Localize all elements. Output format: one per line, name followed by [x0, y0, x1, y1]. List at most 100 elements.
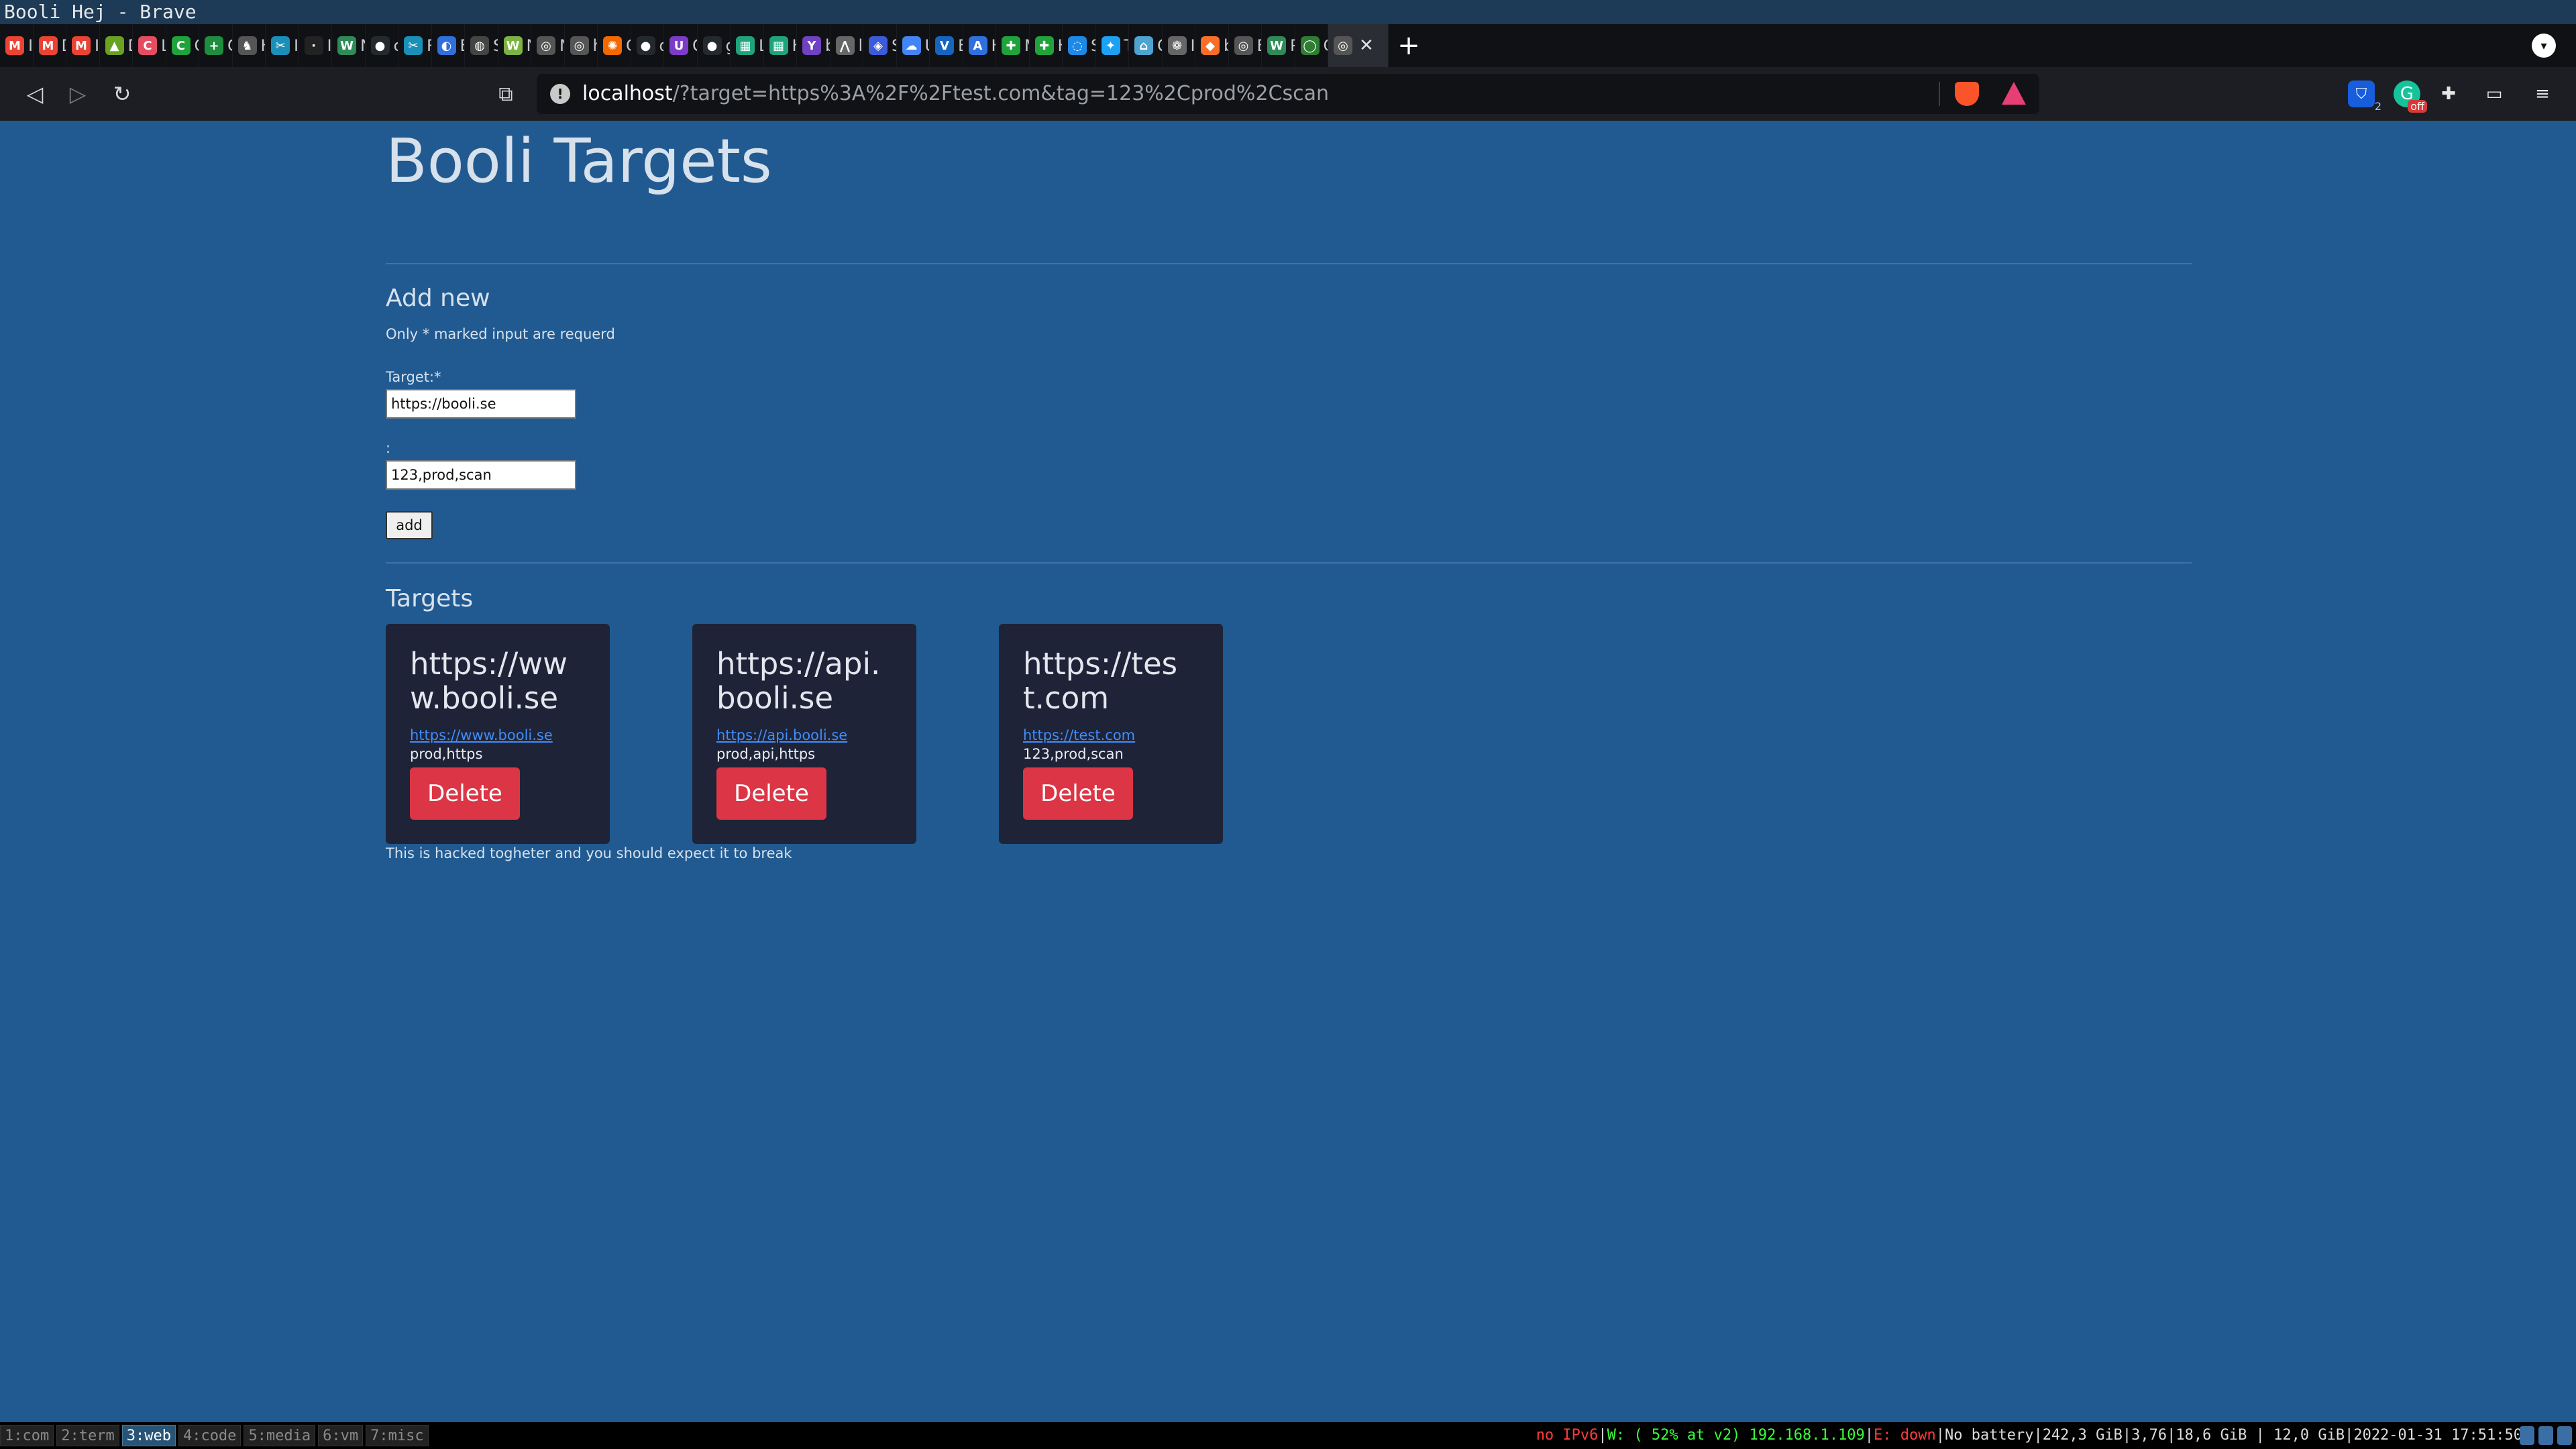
browser-tab[interactable]: ✂R: [398, 24, 432, 67]
browser-tab[interactable]: ✂In: [266, 24, 299, 67]
bookmark-icon[interactable]: ⧉: [492, 80, 519, 107]
tab-label: N: [527, 36, 531, 55]
browser-tab[interactable]: ◐E: [432, 24, 465, 67]
browser-tab[interactable]: MIn: [66, 24, 100, 67]
reload-icon[interactable]: ↻: [109, 80, 136, 107]
browser-tab[interactable]: ·In: [299, 24, 332, 67]
active-browser-tab[interactable]: ◎ ✕: [1328, 24, 1389, 67]
workspace-button[interactable]: 7:misc: [366, 1425, 429, 1446]
browser-tab[interactable]: ⌂O: [1129, 24, 1163, 67]
app-tray-icon[interactable]: [2557, 1426, 2572, 1445]
workspace-button[interactable]: 1:com: [0, 1425, 54, 1446]
browser-tab[interactable]: WP: [1262, 24, 1295, 67]
browser-tab[interactable]: ⋀lo: [830, 24, 863, 67]
browser-tab[interactable]: WN: [498, 24, 531, 67]
tab-label: S: [1091, 36, 1095, 55]
target-card: https://test.com https://test.com 123,pr…: [999, 624, 1223, 844]
browser-tab[interactable]: ●cl: [366, 24, 398, 67]
target-label: Target:*: [386, 369, 441, 385]
tab-favicon-icon: U: [669, 36, 688, 55]
tab-favicon-icon: ▦: [769, 36, 788, 55]
delete-button[interactable]: Delete: [1023, 767, 1133, 820]
tab-favicon-icon: ✚: [1002, 36, 1020, 55]
workspace-button[interactable]: 5:media: [244, 1425, 316, 1446]
browser-tab[interactable]: ✦Tv: [1096, 24, 1129, 67]
close-tab-icon[interactable]: ✕: [1359, 36, 1374, 56]
url-separator: [1939, 82, 1940, 106]
target-input[interactable]: [386, 389, 576, 419]
browser-tab[interactable]: ◎hi: [565, 24, 598, 67]
extensions-puzzle-icon[interactable]: ✚: [2435, 80, 2462, 107]
tab-label: b: [1224, 36, 1228, 55]
workspace-button[interactable]: 4:code: [178, 1425, 241, 1446]
tag-input[interactable]: [386, 460, 576, 490]
target-card-link[interactable]: https://www.booli.se: [410, 727, 586, 743]
tab-favicon-icon: Y: [802, 36, 821, 55]
browser-tab[interactable]: ❁In: [1163, 24, 1195, 67]
browser-tab[interactable]: ◆b: [1195, 24, 1229, 67]
wifi-tray-icon[interactable]: [2520, 1426, 2534, 1445]
browser-tab[interactable]: CO: [166, 24, 199, 67]
browser-tab[interactable]: ✚M: [996, 24, 1030, 67]
wallet-icon[interactable]: ▭: [2481, 80, 2508, 107]
browser-tab[interactable]: ◎B: [1229, 24, 1262, 67]
targets-heading: Targets: [386, 585, 474, 612]
tab-label: C: [1324, 36, 1328, 55]
browser-tab[interactable]: ✺G: [598, 24, 631, 67]
workspace-button[interactable]: 6:vm: [318, 1425, 364, 1446]
tab-label: lo: [858, 36, 863, 55]
browser-menu-icon[interactable]: ≡: [2529, 80, 2556, 107]
browser-tab[interactable]: AH: [963, 24, 996, 67]
browser-tab[interactable]: VE: [930, 24, 963, 67]
address-bar[interactable]: ! localhost/?target=https%3A%2F%2Ftest.c…: [537, 74, 2039, 114]
new-tab-button[interactable]: +: [1389, 24, 1429, 67]
bitwarden-extension-icon[interactable]: ⛉ 2: [2348, 80, 2381, 113]
tab-label: G: [227, 36, 232, 55]
workspace-button[interactable]: 2:term: [56, 1425, 119, 1446]
browser-tab[interactable]: ◯C: [1295, 24, 1328, 67]
browser-tab[interactable]: ◍S: [465, 24, 498, 67]
tab-favicon-icon: C: [138, 36, 157, 55]
tab-search-menu-icon[interactable]: ▾: [2532, 34, 2556, 58]
browser-tab[interactable]: ✚H: [1030, 24, 1063, 67]
browser-tab[interactable]: CLi: [133, 24, 166, 67]
browser-tab[interactable]: ▲D: [100, 24, 133, 67]
browser-tab[interactable]: MIn: [0, 24, 34, 67]
browser-tab[interactable]: ▦Li: [731, 24, 764, 67]
browser-toolbar: ◁ ▷ ↻ ⧉ ! localhost/?target=https%3A%2F%…: [0, 67, 2576, 121]
browser-tab[interactable]: +G: [199, 24, 233, 67]
tab-favicon-icon: ⌂: [1134, 36, 1153, 55]
url-text[interactable]: localhost/?target=https%3A%2F%2Ftest.com…: [582, 74, 1329, 114]
bluetooth-tray-icon[interactable]: [2538, 1426, 2553, 1445]
target-card-link[interactable]: https://api.booli.se: [716, 727, 892, 743]
tab-favicon-icon: ◆: [1201, 36, 1220, 55]
tab-favicon-icon: ◎: [1334, 36, 1352, 55]
brave-shields-icon[interactable]: [1955, 82, 1979, 106]
browser-tab[interactable]: WN: [332, 24, 366, 67]
browser-tab[interactable]: ●g: [698, 24, 731, 67]
browser-tab[interactable]: ◌S: [1063, 24, 1096, 67]
brave-rewards-icon[interactable]: [2002, 82, 2026, 105]
browser-tab[interactable]: ▦H: [764, 24, 797, 67]
add-button[interactable]: add: [386, 511, 433, 539]
tab-favicon-icon: W: [1267, 36, 1286, 55]
browser-tab[interactable]: ♞H: [233, 24, 266, 67]
tab-label: E: [460, 36, 465, 55]
grammarly-extension-icon[interactable]: Goff: [2394, 80, 2427, 113]
tab-favicon-icon: ●: [636, 36, 655, 55]
browser-tab[interactable]: UC: [664, 24, 698, 67]
url-query: /?target=https%3A%2F%2Ftest.com&tag=123%…: [672, 82, 1329, 105]
delete-button[interactable]: Delete: [716, 767, 826, 820]
browser-tab[interactable]: ◎N: [531, 24, 565, 67]
target-card-link[interactable]: https://test.com: [1023, 727, 1199, 743]
browser-tab[interactable]: ☁U: [897, 24, 930, 67]
forward-icon[interactable]: ▷: [64, 80, 91, 107]
site-info-icon[interactable]: !: [550, 84, 570, 104]
browser-tab[interactable]: Yb: [797, 24, 830, 67]
back-icon[interactable]: ◁: [21, 80, 48, 107]
browser-tab[interactable]: ●d: [631, 24, 664, 67]
workspace-button[interactable]: 3:web: [121, 1425, 176, 1446]
browser-tab[interactable]: ◈S: [863, 24, 897, 67]
delete-button[interactable]: Delete: [410, 767, 520, 820]
browser-tab[interactable]: MD: [34, 24, 66, 67]
